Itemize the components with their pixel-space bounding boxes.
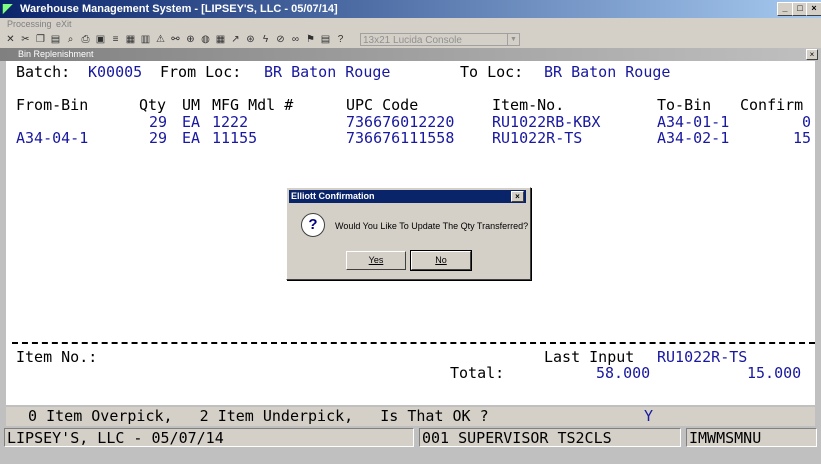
flag-icon[interactable]: ⚑ [304, 33, 317, 46]
column-header-qty: Qty [139, 96, 167, 114]
total-confirm: 15.000 [747, 364, 802, 382]
window-title: Warehouse Management System - [LIPSEY'S,… [20, 3, 338, 15]
save-icon[interactable]: ▣ [94, 33, 107, 46]
row-item: RU1022R-TS [492, 129, 583, 147]
copy-icon[interactable]: ❐ [34, 33, 47, 46]
column-header-item-no: Item-No. [492, 96, 565, 114]
world-icon[interactable]: ⊛ [244, 33, 257, 46]
report-icon[interactable]: ▤ [319, 33, 332, 46]
no-button[interactable]: No [410, 250, 472, 271]
cut-icon[interactable]: ✂ [19, 33, 32, 46]
column-header-to-bin: To-Bin [657, 96, 712, 114]
row-from-bin: A34-04-1 [16, 129, 89, 147]
status-answer[interactable]: Y [644, 407, 653, 426]
child-window-title: Bin Replenishment [18, 49, 94, 59]
window-title-bar[interactable]: ◤ Warehouse Management System - [LIPSEY'… [0, 0, 821, 18]
font-selector-value: 13x21 Lucida Console [363, 35, 462, 46]
column-header-mfg-mdl: MFG Mdl # [212, 96, 294, 114]
help-icon[interactable]: ? [334, 33, 347, 46]
batch-label: Batch: [16, 63, 71, 81]
row-qty: 29 [149, 129, 168, 147]
to-loc-value: BR Baton Rouge [544, 63, 671, 81]
total-label: Total: [450, 364, 505, 382]
row-um: EA [182, 129, 201, 147]
print-icon[interactable]: ⎙ [79, 33, 92, 46]
confirmation-dialog: Elliott Confirmation × ? Would You Like … [286, 187, 531, 280]
row-to-bin: A34-02-1 [657, 129, 730, 147]
batch-value: K00005 [88, 63, 143, 81]
status-message-row: 0 Item Overpick, 2 Item Underpick, Is Th… [6, 407, 815, 426]
total-qty: 58.000 [596, 364, 651, 382]
close-button[interactable]: × [806, 2, 821, 16]
calendar-icon[interactable]: ▦ [214, 33, 227, 46]
status-company: LIPSEY'S, LLC - 05/07/14 [4, 428, 414, 447]
column-header-um: UM [182, 96, 201, 114]
menu-item-processing[interactable]: Processing [7, 19, 52, 29]
link-icon[interactable]: ∞ [289, 33, 302, 46]
status-program: IMWMSMNU [686, 428, 817, 447]
yes-button[interactable]: Yes [346, 251, 406, 270]
child-close-button[interactable]: × [806, 49, 818, 60]
pointer-icon[interactable]: ↗ [229, 33, 242, 46]
column-header-from-bin: From-Bin [16, 96, 89, 114]
paste-icon[interactable]: ▤ [49, 33, 62, 46]
minimize-button[interactable]: _ [777, 2, 793, 16]
row-upc: 736676111558 [346, 129, 455, 147]
status-user: 001 SUPERVISOR TS2CLS [419, 428, 681, 447]
child-window-title-bar[interactable]: Bin Replenishment × [0, 48, 821, 61]
row-confirm: 15 [793, 129, 812, 147]
attach-icon[interactable]: ⊘ [274, 33, 287, 46]
globe-icon[interactable]: ◍ [199, 33, 212, 46]
from-loc-value: BR Baton Rouge [264, 63, 391, 81]
row-mfg: 11155 [212, 129, 258, 147]
menu-item-exit[interactable]: eXit [56, 19, 72, 29]
lightning-icon[interactable]: ϟ [259, 33, 272, 46]
status-message: 0 Item Overpick, 2 Item Underpick, Is Th… [10, 407, 489, 425]
cancel-icon[interactable]: ✕ [4, 33, 17, 46]
to-loc-label: To Loc: [460, 63, 524, 81]
column-header-confirm: Confirm [740, 96, 804, 114]
dialog-title: Elliott Confirmation [291, 191, 375, 201]
dialog-message: Would You Like To Update The Qty Transfe… [335, 221, 529, 231]
separator-line [12, 342, 815, 344]
menu-bar: Processing eXit [0, 18, 821, 32]
zoom-icon[interactable]: ⊕ [184, 33, 197, 46]
chevron-down-icon[interactable]: ▼ [507, 34, 519, 45]
app-icon: ◤ [3, 1, 13, 15]
column-header-upc-code: UPC Code [346, 96, 419, 114]
grid-icon[interactable]: ▦ [124, 33, 137, 46]
chart-icon[interactable]: ▥ [139, 33, 152, 46]
dialog-title-bar[interactable]: Elliott Confirmation × [289, 190, 526, 203]
list-icon[interactable]: ≡ [109, 33, 122, 46]
dialog-close-button[interactable]: × [511, 191, 524, 202]
font-selector[interactable]: 13x21 Lucida Console ▼ [360, 33, 520, 46]
find-icon[interactable]: ⌕ [64, 33, 77, 46]
warning-icon[interactable]: ⚠ [154, 33, 167, 46]
item-no-label: Item No.: [16, 348, 98, 366]
question-icon: ? [301, 213, 325, 237]
binoculars-icon[interactable]: ⚯ [169, 33, 182, 46]
last-input-value: RU1022R-TS [657, 348, 748, 366]
from-loc-label: From Loc: [160, 63, 242, 81]
